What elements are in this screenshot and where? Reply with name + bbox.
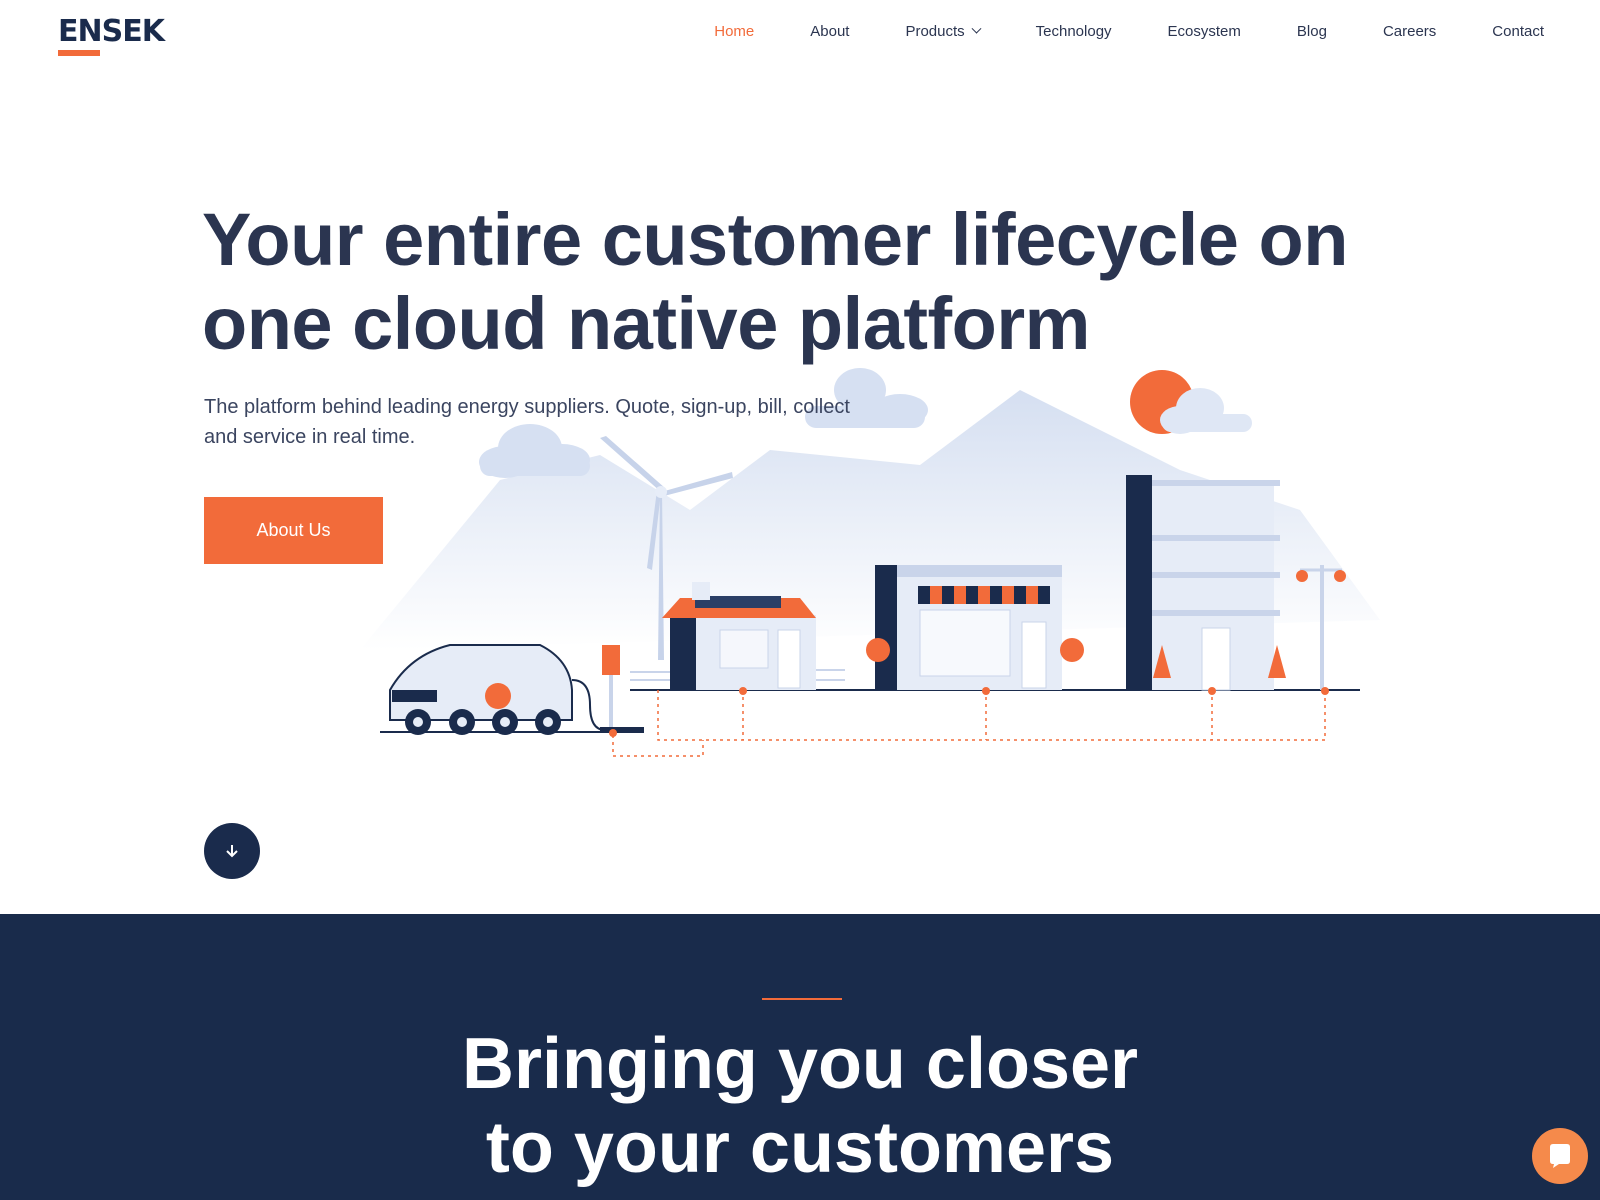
section-accent-rule [762, 998, 842, 1000]
arrow-down-icon [226, 845, 238, 858]
hero-subtitle: The platform behind leading energy suppl… [204, 392, 904, 452]
closer-to-customers-section: Bringing you closer to your customers [0, 914, 1600, 1200]
logo-wordmark: ENSEK [58, 14, 165, 49]
section-title: Bringing you closer to your customers [0, 1022, 1600, 1190]
energy-network-lines [612, 690, 1326, 757]
fence-right [816, 669, 845, 681]
hero-subtitle-line-2: and service in real time. [204, 426, 416, 448]
network-nodes [609, 687, 1329, 737]
ensek-logo[interactable]: ENSEK [58, 16, 170, 58]
hero-title: Your entire customer lifecycle on one cl… [202, 198, 1402, 366]
nav-item-contact[interactable]: Contact [1492, 23, 1544, 40]
hero-title-line-1: Your entire customer lifecycle on [202, 198, 1348, 281]
section-title-line-1: Bringing you closer [461, 1024, 1139, 1104]
nav-item-blog[interactable]: Blog [1297, 23, 1327, 40]
scroll-down-button[interactable] [204, 823, 260, 879]
hero-title-line-2: one cloud native platform [202, 282, 1090, 365]
hero-subtitle-line-1: The platform behind leading energy suppl… [204, 396, 850, 418]
office-building [1126, 475, 1286, 691]
chat-launcher-button[interactable] [1532, 1128, 1588, 1184]
nav-item-about[interactable]: About [810, 23, 849, 40]
fence-left [630, 671, 670, 681]
chevron-down-icon [971, 23, 982, 34]
main-nav: Home About Products Technology Ecosystem… [658, 20, 1544, 42]
shop-building [866, 565, 1084, 690]
electric-car-icon [389, 644, 606, 735]
nav-item-products-label: Products [905, 22, 965, 40]
nav-item-technology[interactable]: Technology [1036, 23, 1112, 40]
site-header: ENSEK Home About Products Technology Eco… [0, 0, 1600, 70]
nav-item-home[interactable]: Home [714, 23, 754, 40]
logo-underline [58, 50, 100, 56]
about-us-button[interactable]: About Us [204, 497, 383, 564]
house-with-solar-panels [662, 582, 816, 690]
nav-item-careers[interactable]: Careers [1383, 23, 1436, 40]
nav-item-ecosystem[interactable]: Ecosystem [1168, 23, 1241, 40]
section-title-line-2: to your customers [485, 1108, 1115, 1188]
nav-item-products[interactable]: Products [905, 22, 982, 40]
chat-bubble-icon [1550, 1144, 1570, 1168]
